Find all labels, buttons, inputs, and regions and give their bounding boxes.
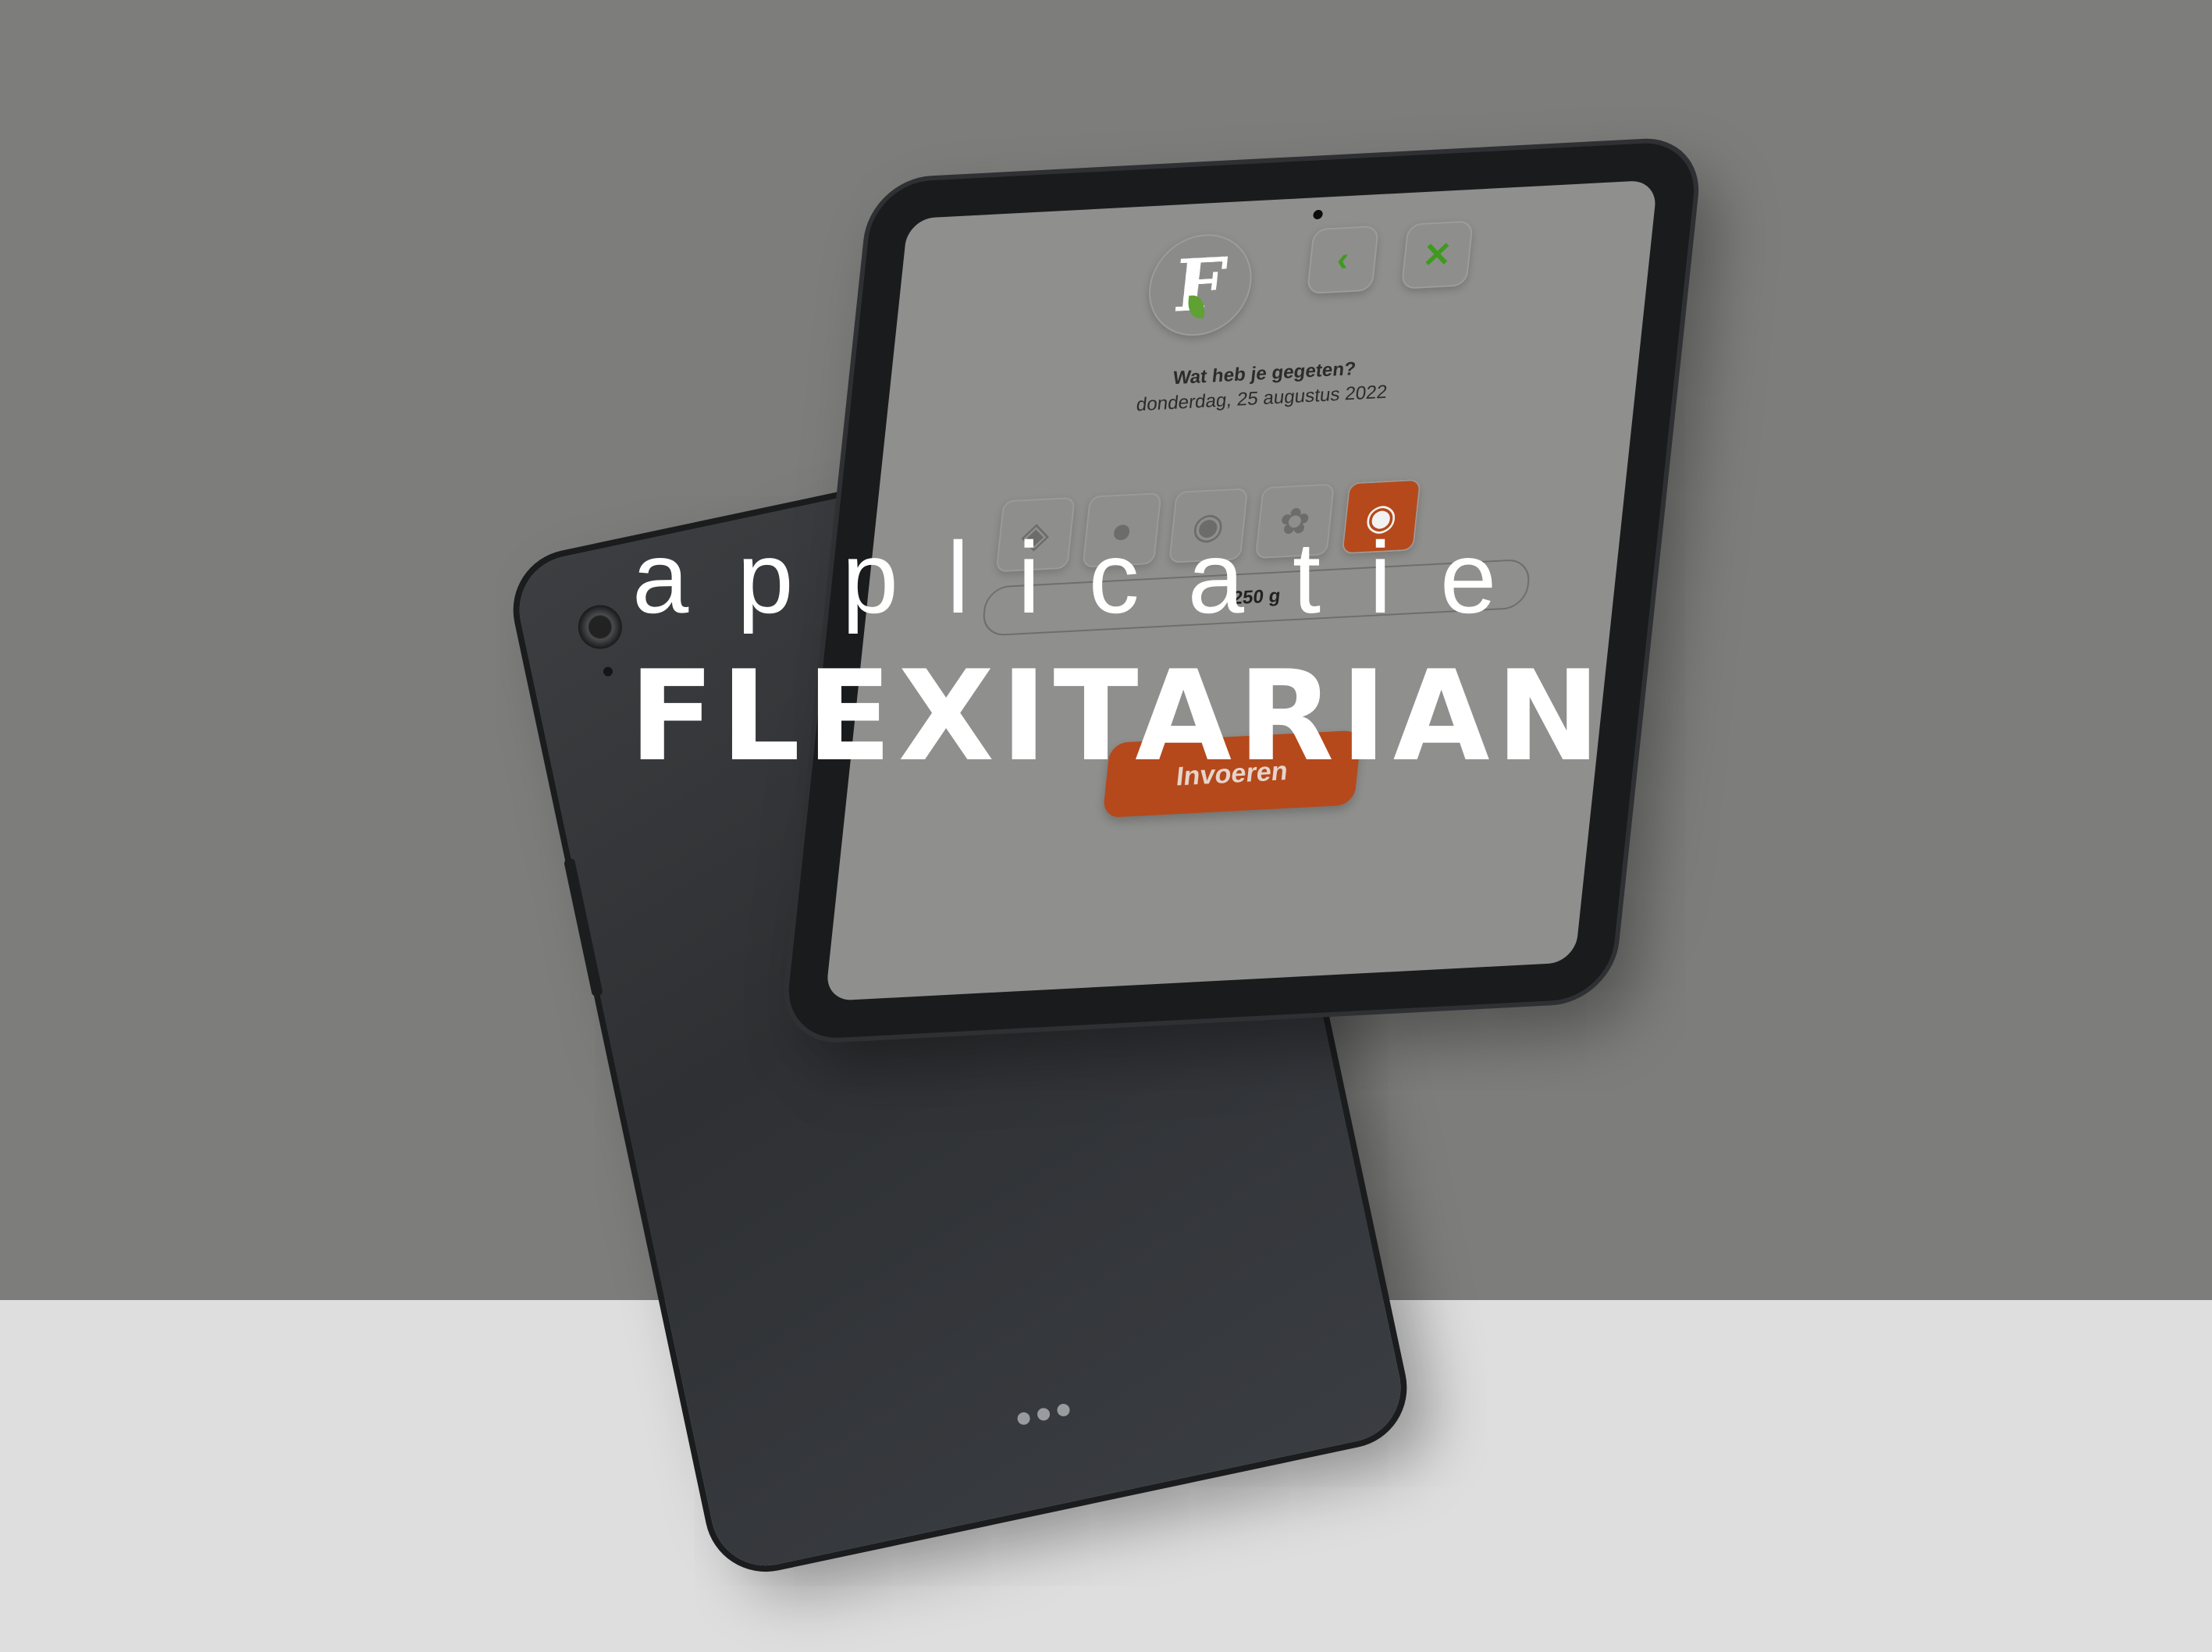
connector-dot: [1036, 1406, 1051, 1422]
connector-dot: [1055, 1402, 1071, 1418]
subtitle-applicatie: applicatie: [632, 520, 1545, 634]
chevron-left-icon: ‹: [1335, 240, 1351, 279]
rear-camera-icon: [574, 601, 627, 653]
smart-connector: [1016, 1402, 1071, 1426]
close-button[interactable]: ✕: [1400, 220, 1474, 290]
close-icon: ✕: [1421, 235, 1454, 275]
title-flexitarian: FLEXITARIAN: [629, 643, 1607, 789]
back-button[interactable]: ‹: [1306, 225, 1380, 295]
front-camera-icon: [1312, 209, 1324, 220]
microphone-dot: [602, 666, 614, 677]
connector-dot: [1016, 1411, 1032, 1426]
app-logo-avatar: F: [1143, 231, 1257, 339]
